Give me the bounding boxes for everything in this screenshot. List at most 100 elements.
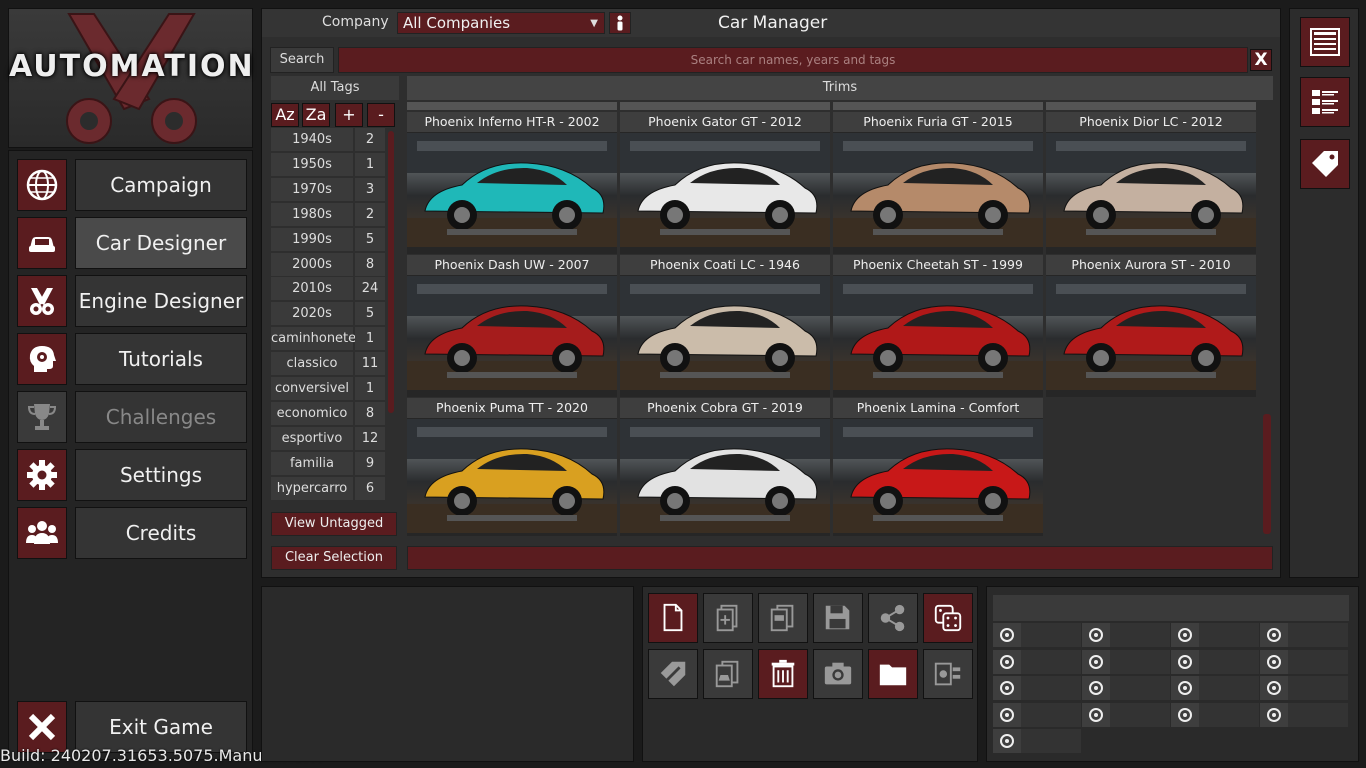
tag-row-1990s[interactable]: 1990s 5 (271, 227, 387, 252)
car-thumbnail (1046, 133, 1256, 247)
stat-cell (1171, 702, 1259, 727)
menu-engine-designer[interactable]: Engine Designer (17, 275, 247, 327)
challenges-button[interactable]: Challenges (75, 391, 247, 443)
camera-icon (824, 662, 852, 685)
diamond-icon (993, 702, 1021, 727)
car-card[interactable]: Phoenix Inferno HT-R - 2002 (407, 112, 617, 254)
trash-icon (771, 659, 795, 688)
trims-scrollbar[interactable] (1263, 414, 1271, 534)
tag-row-caminhonete[interactable]: caminhonete 1 (271, 327, 387, 351)
credits-button[interactable]: Credits (75, 507, 247, 559)
tags-view-button[interactable] (1300, 139, 1350, 189)
tag-name: classico (271, 352, 353, 376)
tag-name: 2010s (271, 277, 353, 301)
partial-card[interactable] (1046, 102, 1256, 110)
menu-tutorials[interactable]: Tutorials (17, 333, 247, 385)
stat-cell (993, 702, 1081, 727)
car-card[interactable]: Phoenix Coati LC - 1946 (620, 255, 830, 397)
dice-button[interactable] (923, 593, 973, 643)
status-bar (407, 546, 1273, 570)
camera-button[interactable] (813, 649, 863, 699)
tag-row-economico[interactable]: economico 8 (271, 401, 387, 426)
new-file-button[interactable] (648, 593, 698, 643)
remove-tag-button[interactable]: - (367, 103, 395, 127)
car-designer-button[interactable]: Car Designer (75, 217, 247, 269)
car-card[interactable]: Phoenix Dash UW - 2007 (407, 255, 617, 397)
car-card-title: Phoenix Cobra GT - 2019 (620, 398, 830, 418)
service-cloud-icon (1082, 702, 1110, 727)
grid-view-button[interactable] (1300, 77, 1350, 127)
tag-row-familia[interactable]: familia 9 (271, 451, 387, 476)
tutorials-button[interactable]: Tutorials (75, 333, 247, 385)
tag-row-2000s[interactable]: 2000s 8 (271, 252, 387, 277)
tag-count: 8 (355, 252, 385, 276)
tag-row-classico[interactable]: classico 11 (271, 352, 387, 376)
sort-za-button[interactable]: Za (302, 103, 330, 127)
trash-button[interactable] (758, 649, 808, 699)
tag-row-1950s[interactable]: 1950s 1 (271, 152, 387, 177)
tag-row-hypercarro[interactable]: hypercarro 6 (271, 476, 387, 501)
car-card[interactable]: Phoenix Cheetah ST - 1999 (833, 255, 1043, 397)
stat-cell (1082, 649, 1170, 674)
terrain-icon (993, 729, 1021, 753)
stat-cell (993, 676, 1081, 700)
edit-tag-button[interactable] (648, 649, 698, 699)
partial-card[interactable] (407, 102, 617, 110)
copy-car-button[interactable] (703, 649, 753, 699)
emissions-cloud-icon (1260, 649, 1288, 674)
trophy-icon (17, 391, 67, 443)
share-nodes-button[interactable] (868, 593, 918, 643)
list-view-button[interactable] (1300, 17, 1350, 67)
clear-search-button[interactable]: X (1250, 49, 1272, 71)
engine-designer-button[interactable]: Engine Designer (75, 275, 247, 327)
car-card-title: Phoenix Puma TT - 2020 (407, 398, 617, 418)
menu-settings[interactable]: Settings (17, 449, 247, 501)
partial-card[interactable] (833, 102, 1043, 110)
tag-row-esportivo[interactable]: esportivo 12 (271, 426, 387, 451)
car-card[interactable]: Phoenix Furia GT - 2015 (833, 112, 1043, 254)
menu-car-designer[interactable]: Car Designer (17, 217, 247, 269)
tag-row-1940s[interactable]: 1940s 2 (271, 128, 387, 152)
duplicate-add-button[interactable] (703, 593, 753, 643)
page-title: Car Manager (718, 13, 828, 33)
car-actions-toolbar (642, 586, 978, 762)
partial-card[interactable] (620, 102, 830, 110)
car-card[interactable]: Phoenix Aurora ST - 2010 (1046, 255, 1256, 397)
view-untagged-button[interactable]: View Untagged (271, 512, 397, 536)
campaign-button[interactable]: Campaign (75, 159, 247, 211)
tag-row-1980s[interactable]: 1980s 2 (271, 202, 387, 227)
save-button[interactable] (813, 593, 863, 643)
menu-credits[interactable]: Credits (17, 507, 247, 559)
tag-row-2010s[interactable]: 2010s 24 (271, 277, 387, 301)
search-button[interactable]: Search (270, 47, 334, 73)
clear-selection-button[interactable]: Clear Selection (271, 546, 397, 570)
safety-circle-icon (1260, 702, 1288, 727)
car-card[interactable]: Phoenix Lamina - Comfort (833, 398, 1043, 536)
company-dropdown[interactable]: All Companies ▼ (397, 12, 605, 34)
tag-row-1970s[interactable]: 1970s 3 (271, 177, 387, 202)
add-tag-button[interactable]: + (335, 103, 363, 127)
engine-export-button[interactable] (923, 649, 973, 699)
tag-row-conversivel[interactable]: conversivel 1 (271, 377, 387, 401)
company-info-button[interactable] (609, 12, 631, 34)
copy-car-icon (715, 660, 739, 688)
menu-campaign[interactable]: Campaign (17, 159, 247, 211)
tag-name: 1940s (271, 128, 353, 151)
all-tags-header[interactable]: All Tags (271, 76, 399, 100)
tag-list-scrollbar[interactable] (388, 131, 394, 413)
sort-az-button[interactable]: Az (271, 103, 299, 127)
folder-button[interactable] (868, 649, 918, 699)
tag-row-2020s[interactable]: 2020s 5 (271, 302, 387, 326)
move-arrows-icon (1171, 623, 1199, 647)
car-card[interactable]: Phoenix Gator GT - 2012 (620, 112, 830, 254)
search-input[interactable]: Search car names, years and tags (338, 47, 1248, 73)
settings-button[interactable]: Settings (75, 449, 247, 501)
car-card[interactable]: Phoenix Dior LC - 2012 (1046, 112, 1256, 254)
copy-trim-button[interactable] (758, 593, 808, 643)
car-card[interactable]: Phoenix Puma TT - 2020 (407, 398, 617, 536)
menu-challenges[interactable]: Challenges (17, 391, 247, 443)
cargo-truck-icon (1082, 649, 1110, 674)
car-card[interactable]: Phoenix Cobra GT - 2019 (620, 398, 830, 536)
stat-cell (1082, 623, 1170, 647)
engine-export-icon (934, 662, 961, 686)
